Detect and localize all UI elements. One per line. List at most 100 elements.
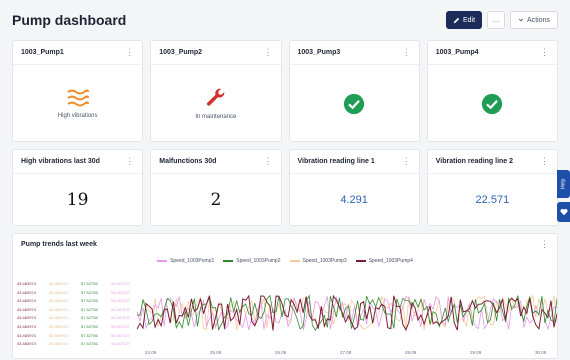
- card-header: 1003_Pump3 ⋮: [289, 41, 419, 65]
- card-header: Malfunctions 30d ⋮: [151, 150, 281, 174]
- heart-icon: [559, 208, 568, 216]
- tick-label: 57.52756: [81, 323, 98, 329]
- tick-label: 43.463974: [49, 298, 68, 304]
- x-tick-label: 26.09: [275, 350, 287, 355]
- kebab-menu-icon[interactable]: ⋮: [402, 157, 411, 166]
- more-icon: …: [492, 16, 500, 24]
- tick-label: 57.52756: [81, 332, 98, 338]
- edit-button[interactable]: Edit: [445, 11, 483, 29]
- more-button[interactable]: …: [487, 11, 506, 29]
- kpi-value: 2: [210, 190, 222, 210]
- edit-button-label: Edit: [462, 16, 476, 24]
- card-title: Vibration reading line 2: [435, 158, 514, 165]
- kpi-value: 22.571: [475, 194, 510, 206]
- kpi-body: 4.291: [290, 174, 419, 226]
- card-title: 1003_Pump3: [297, 49, 341, 56]
- tick-label: 53.067427: [111, 298, 130, 304]
- y-axis-pump1: 53.067427 53.067427 53.067427 53.067427 …: [111, 280, 130, 349]
- x-tick-label: 29.09: [470, 350, 482, 355]
- y-axis-pump2: 57.52756 57.52756 57.52756 57.52756 57.5…: [81, 280, 98, 349]
- legend-item[interactable]: Speed_1003Pump2: [223, 258, 281, 264]
- status-body: In maintenance: [151, 65, 280, 142]
- x-tick-label: 28.09: [405, 350, 417, 355]
- legend-item[interactable]: Speed_1003Pump4: [355, 258, 413, 264]
- card-title: 1003_Pump4: [435, 49, 479, 56]
- tick-label: 57.52756: [81, 341, 98, 347]
- card-title: 1003_Pump1: [21, 49, 64, 56]
- kebab-menu-icon[interactable]: ⋮: [540, 48, 549, 57]
- card-header: High vibrations last 30d ⋮: [13, 150, 143, 174]
- card-header: Pump trends last week ⋮: [13, 234, 557, 254]
- x-tick-label: 25.09: [210, 350, 222, 355]
- tick-label: 53.067427: [111, 289, 130, 295]
- kpi-cards-row: High vibrations last 30d ⋮ 19 Malfunctio…: [12, 149, 558, 226]
- help-tab[interactable]: Help: [557, 170, 570, 198]
- kpi-card-vibration-line-1: Vibration reading line 1 ⋮ 4.291: [288, 149, 420, 226]
- wrench-icon: [206, 88, 225, 106]
- kpi-body: 2: [151, 174, 280, 226]
- tick-label: 43.463974: [49, 315, 68, 321]
- kpi-card-vibration-line-2: Vibration reading line 2 ⋮ 22.571: [426, 149, 558, 226]
- kebab-menu-icon[interactable]: ⋮: [264, 157, 273, 166]
- legend-label: Speed_1003Pump3: [302, 258, 347, 264]
- tick-label: 53.067427: [111, 323, 130, 329]
- legend-label: Speed_1003Pump2: [236, 258, 281, 264]
- card-header: Vibration reading line 2 ⋮: [427, 150, 557, 174]
- card-header: 1003_Pump1 ⋮: [13, 41, 143, 65]
- card-title: Vibration reading line 1: [297, 158, 375, 165]
- chart-legend: Speed_1003Pump1 Speed_1003Pump2 Speed_10…: [13, 258, 557, 264]
- legend-swatch: [157, 260, 168, 262]
- actions-dropdown[interactable]: Actions: [510, 11, 558, 29]
- favorite-tab[interactable]: [557, 202, 570, 222]
- kebab-menu-icon[interactable]: ⋮: [125, 48, 134, 57]
- dashboard-header: Pump dashboard Edit … Actions: [12, 0, 558, 40]
- legend-swatch: [223, 260, 234, 262]
- status-card-pump3: 1003_Pump3 ⋮: [288, 40, 420, 142]
- x-tick-label: 30.09: [535, 350, 547, 355]
- legend-item[interactable]: Speed_1003Pump3: [289, 258, 347, 264]
- tick-label: 43.463974: [49, 332, 68, 338]
- status-label: High vibrations: [57, 113, 98, 119]
- kebab-menu-icon[interactable]: ⋮: [264, 48, 273, 57]
- tick-label: 43.463974: [17, 306, 36, 312]
- tick-label: 43.463974: [49, 341, 68, 347]
- actions-label: Actions: [527, 16, 550, 24]
- tick-label: 43.463974: [17, 298, 36, 304]
- kpi-card-malfunctions: Malfunctions 30d ⋮ 2: [150, 149, 282, 226]
- x-tick-label: 24.09: [145, 350, 157, 355]
- header-actions: Edit … Actions: [445, 11, 558, 29]
- tick-label: 57.52756: [81, 281, 98, 286]
- kebab-menu-icon[interactable]: ⋮: [402, 48, 411, 57]
- card-header: Vibration reading line 1 ⋮: [289, 150, 419, 174]
- status-card-pump1: 1003_Pump1 ⋮ High vibrations: [12, 40, 144, 142]
- kpi-card-high-vibrations: High vibrations last 30d ⋮ 19: [12, 149, 144, 226]
- tick-label: 53.067427: [111, 341, 130, 347]
- legend-label: Speed_1003Pump1: [170, 258, 215, 264]
- status-cards-row: 1003_Pump1 ⋮ High vibrations 1003_Pump2 …: [12, 40, 558, 142]
- status-body: [290, 65, 419, 142]
- tick-label: 43.463974: [49, 281, 68, 286]
- legend-swatch: [289, 260, 300, 262]
- tick-label: 43.463974: [49, 323, 68, 329]
- card-title: High vibrations last 30d: [21, 158, 100, 165]
- pencil-icon: [453, 17, 460, 23]
- pump-dashboard-page: Pump dashboard Edit … Actions 1003_Pump1…: [0, 0, 570, 360]
- tick-label: 57.52756: [81, 298, 98, 304]
- status-card-pump2: 1003_Pump2 ⋮ In maintenance: [150, 40, 282, 142]
- tick-label: 43.463974: [17, 315, 36, 321]
- y-axis-pump3: 43.463974 43.463974 43.463974 43.463974 …: [49, 280, 68, 349]
- chevron-down-icon: [518, 18, 524, 22]
- legend-label: Speed_1003Pump4: [368, 258, 413, 264]
- y-axis-pump4: 43.463974 43.463974 43.463974 43.463974 …: [17, 280, 36, 349]
- kebab-menu-icon[interactable]: ⋮: [540, 157, 549, 166]
- kebab-menu-icon[interactable]: ⋮: [125, 157, 134, 166]
- legend-item[interactable]: Speed_1003Pump1: [157, 258, 214, 264]
- kpi-value: 4.291: [340, 194, 368, 206]
- kebab-menu-icon[interactable]: ⋮: [540, 239, 549, 249]
- tick-label: 53.067427: [111, 315, 130, 321]
- kpi-value: 19: [66, 190, 89, 210]
- tick-label: 53.067427: [111, 306, 130, 312]
- tick-label: 53.067427: [111, 281, 130, 286]
- kpi-body: 19: [13, 174, 142, 226]
- card-title: 1003_Pump2: [159, 49, 203, 56]
